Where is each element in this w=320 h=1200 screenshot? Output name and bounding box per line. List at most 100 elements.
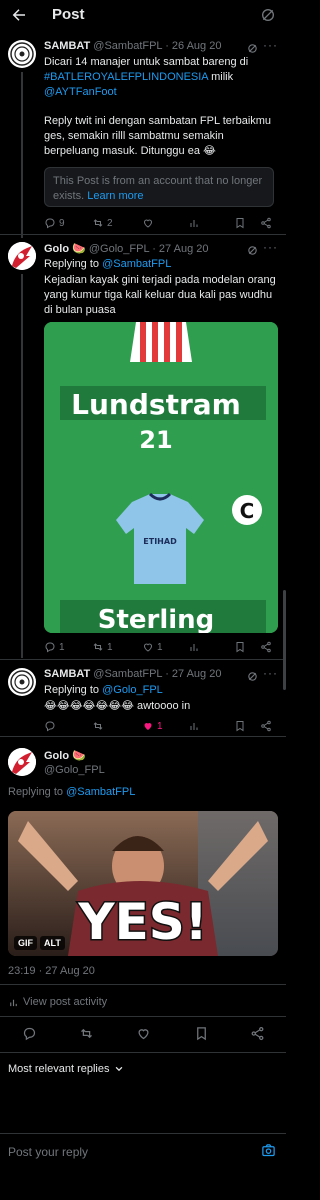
avatar[interactable] (8, 748, 36, 776)
display-name[interactable]: SAMBAT (44, 668, 90, 680)
main-post: Golo 🍉 @Golo_FPL Replying to @SambatFPL … (0, 744, 286, 1044)
repost-button[interactable]: 1 (92, 641, 113, 653)
bookmark-button[interactable] (234, 720, 246, 732)
display-name[interactable]: Golo 🍉 (44, 749, 86, 762)
tweet-header: SAMBAT @SambatFPL · 26 Aug 20 (44, 40, 276, 52)
action-bar: 1 1 1 (44, 641, 278, 655)
like-icon[interactable] (136, 1026, 151, 1041)
mention-link[interactable]: @SambatFPL (66, 786, 135, 798)
tweet-golo-1[interactable]: Golo 🍉 @Golo_FPL · 27 Aug 20 ··· Replyin… (0, 236, 286, 658)
handle[interactable]: @Golo_FPL (44, 764, 105, 776)
grok-icon[interactable] (247, 671, 258, 682)
share-icon (261, 641, 271, 653)
tweet-image[interactable]: Lundstram 21 ETIHAD C Sterling (44, 322, 278, 633)
top-bar: Post (0, 0, 286, 32)
activity-icon (10, 999, 17, 1006)
back-arrow-icon[interactable] (10, 6, 28, 24)
grok-icon[interactable] (247, 245, 258, 256)
share-button[interactable] (260, 217, 272, 229)
repost-button[interactable] (92, 720, 104, 732)
repost-button[interactable]: 2 (92, 217, 113, 229)
like-icon (143, 643, 153, 652)
share-icon (261, 720, 271, 732)
shirt-striped (130, 322, 192, 362)
views-button[interactable] (188, 720, 200, 732)
tweet-text: Kejadian kayak gini terjadi pada modelan… (44, 274, 276, 316)
tweet-text: Dicari 14 manajer untuk sambat bareng di… (44, 56, 272, 157)
views-button[interactable] (188, 641, 200, 653)
tweet-sambat-2[interactable]: SAMBAT @SambatFPL · 27 Aug 20 ··· Replyi… (0, 662, 286, 732)
avatar[interactable] (8, 242, 36, 270)
bookmark-icon (236, 218, 244, 229)
divider (0, 1052, 286, 1053)
more-icon[interactable]: ··· (263, 666, 278, 680)
shirt-sponsor: ETIHAD (143, 537, 177, 546)
divider (0, 659, 286, 660)
bookmark-button[interactable] (234, 641, 246, 653)
camera-icon[interactable] (261, 1143, 276, 1158)
bookmark-icon[interactable] (194, 1026, 209, 1041)
reply-icon[interactable] (22, 1026, 37, 1041)
timestamp: 23:19 · 27 Aug 20 (8, 965, 95, 977)
share-button[interactable] (260, 641, 272, 653)
hashtag-link[interactable]: #BATLEROYALEFPLINDONESIA (44, 71, 208, 83)
reply-button[interactable] (44, 720, 56, 732)
thread-line (21, 72, 23, 238)
reply-icon (45, 721, 55, 732)
views-icon (190, 723, 198, 730)
page-title: Post (52, 6, 85, 23)
repost-icon[interactable] (79, 1026, 94, 1041)
action-bar: 9 2 (44, 217, 278, 231)
gif-media[interactable]: YES! GIF ALT (8, 811, 278, 956)
reply-button[interactable]: 9 (44, 217, 65, 229)
alt-badge[interactable]: ALT (40, 936, 65, 950)
tweet-sambat-1[interactable]: SAMBAT @SambatFPL · 26 Aug 20 ··· Dicari… (0, 36, 286, 238)
learn-more-link[interactable]: Learn more (87, 190, 143, 202)
action-bar: 1 (44, 720, 278, 734)
like-button[interactable]: 1 (142, 720, 163, 732)
bookmark-icon (236, 642, 244, 653)
like-button[interactable] (142, 217, 154, 229)
repost-icon (93, 219, 103, 227)
share-icon (261, 217, 271, 229)
replying-to: Replying to @SambatFPL (44, 258, 172, 270)
display-name[interactable]: Golo 🍉 (44, 243, 86, 255)
like-icon (143, 219, 153, 228)
bookmark-button[interactable] (234, 217, 246, 229)
reply-composer[interactable]: Post your reply (0, 1134, 286, 1168)
views-icon (190, 220, 198, 227)
view-activity-link[interactable]: View post activity (8, 996, 107, 1008)
mention-link[interactable]: @Golo_FPL (102, 684, 163, 696)
display-name[interactable]: SAMBAT (44, 40, 90, 52)
divider (0, 736, 286, 737)
more-icon[interactable]: ··· (263, 240, 278, 254)
mention-link[interactable]: @SambatFPL (102, 258, 171, 270)
share-button[interactable] (260, 720, 272, 732)
handle-date: @SambatFPL · 26 Aug 20 (93, 40, 222, 52)
views-button[interactable] (188, 217, 200, 229)
reply-input[interactable]: Post your reply (8, 1145, 88, 1159)
reply-button[interactable]: 1 (44, 641, 65, 653)
reply-icon (45, 218, 55, 229)
grok-icon[interactable] (260, 7, 276, 23)
grok-icon[interactable] (247, 43, 258, 54)
divider (0, 234, 286, 235)
gif-badge[interactable]: GIF (14, 936, 37, 950)
more-icon[interactable]: ··· (263, 38, 278, 52)
gif-caption: YES! (77, 893, 207, 951)
reply-icon (45, 642, 55, 653)
avatar[interactable] (8, 40, 36, 68)
main-action-bar (0, 1026, 286, 1046)
like-button[interactable]: 1 (142, 641, 163, 653)
share-icon[interactable] (250, 1026, 265, 1041)
captain-mark: C (240, 499, 255, 523)
divider (0, 984, 286, 985)
like-icon (144, 723, 152, 730)
replies-filter[interactable]: Most relevant replies (8, 1063, 124, 1075)
handle-date: @SambatFPL · 27 Aug 20 (93, 668, 222, 680)
thread-line (21, 274, 23, 658)
divider (0, 1016, 286, 1017)
mention-link[interactable]: @AYTFanFoot (44, 86, 117, 98)
avatar[interactable] (8, 668, 36, 696)
scrollbar[interactable] (283, 590, 286, 690)
